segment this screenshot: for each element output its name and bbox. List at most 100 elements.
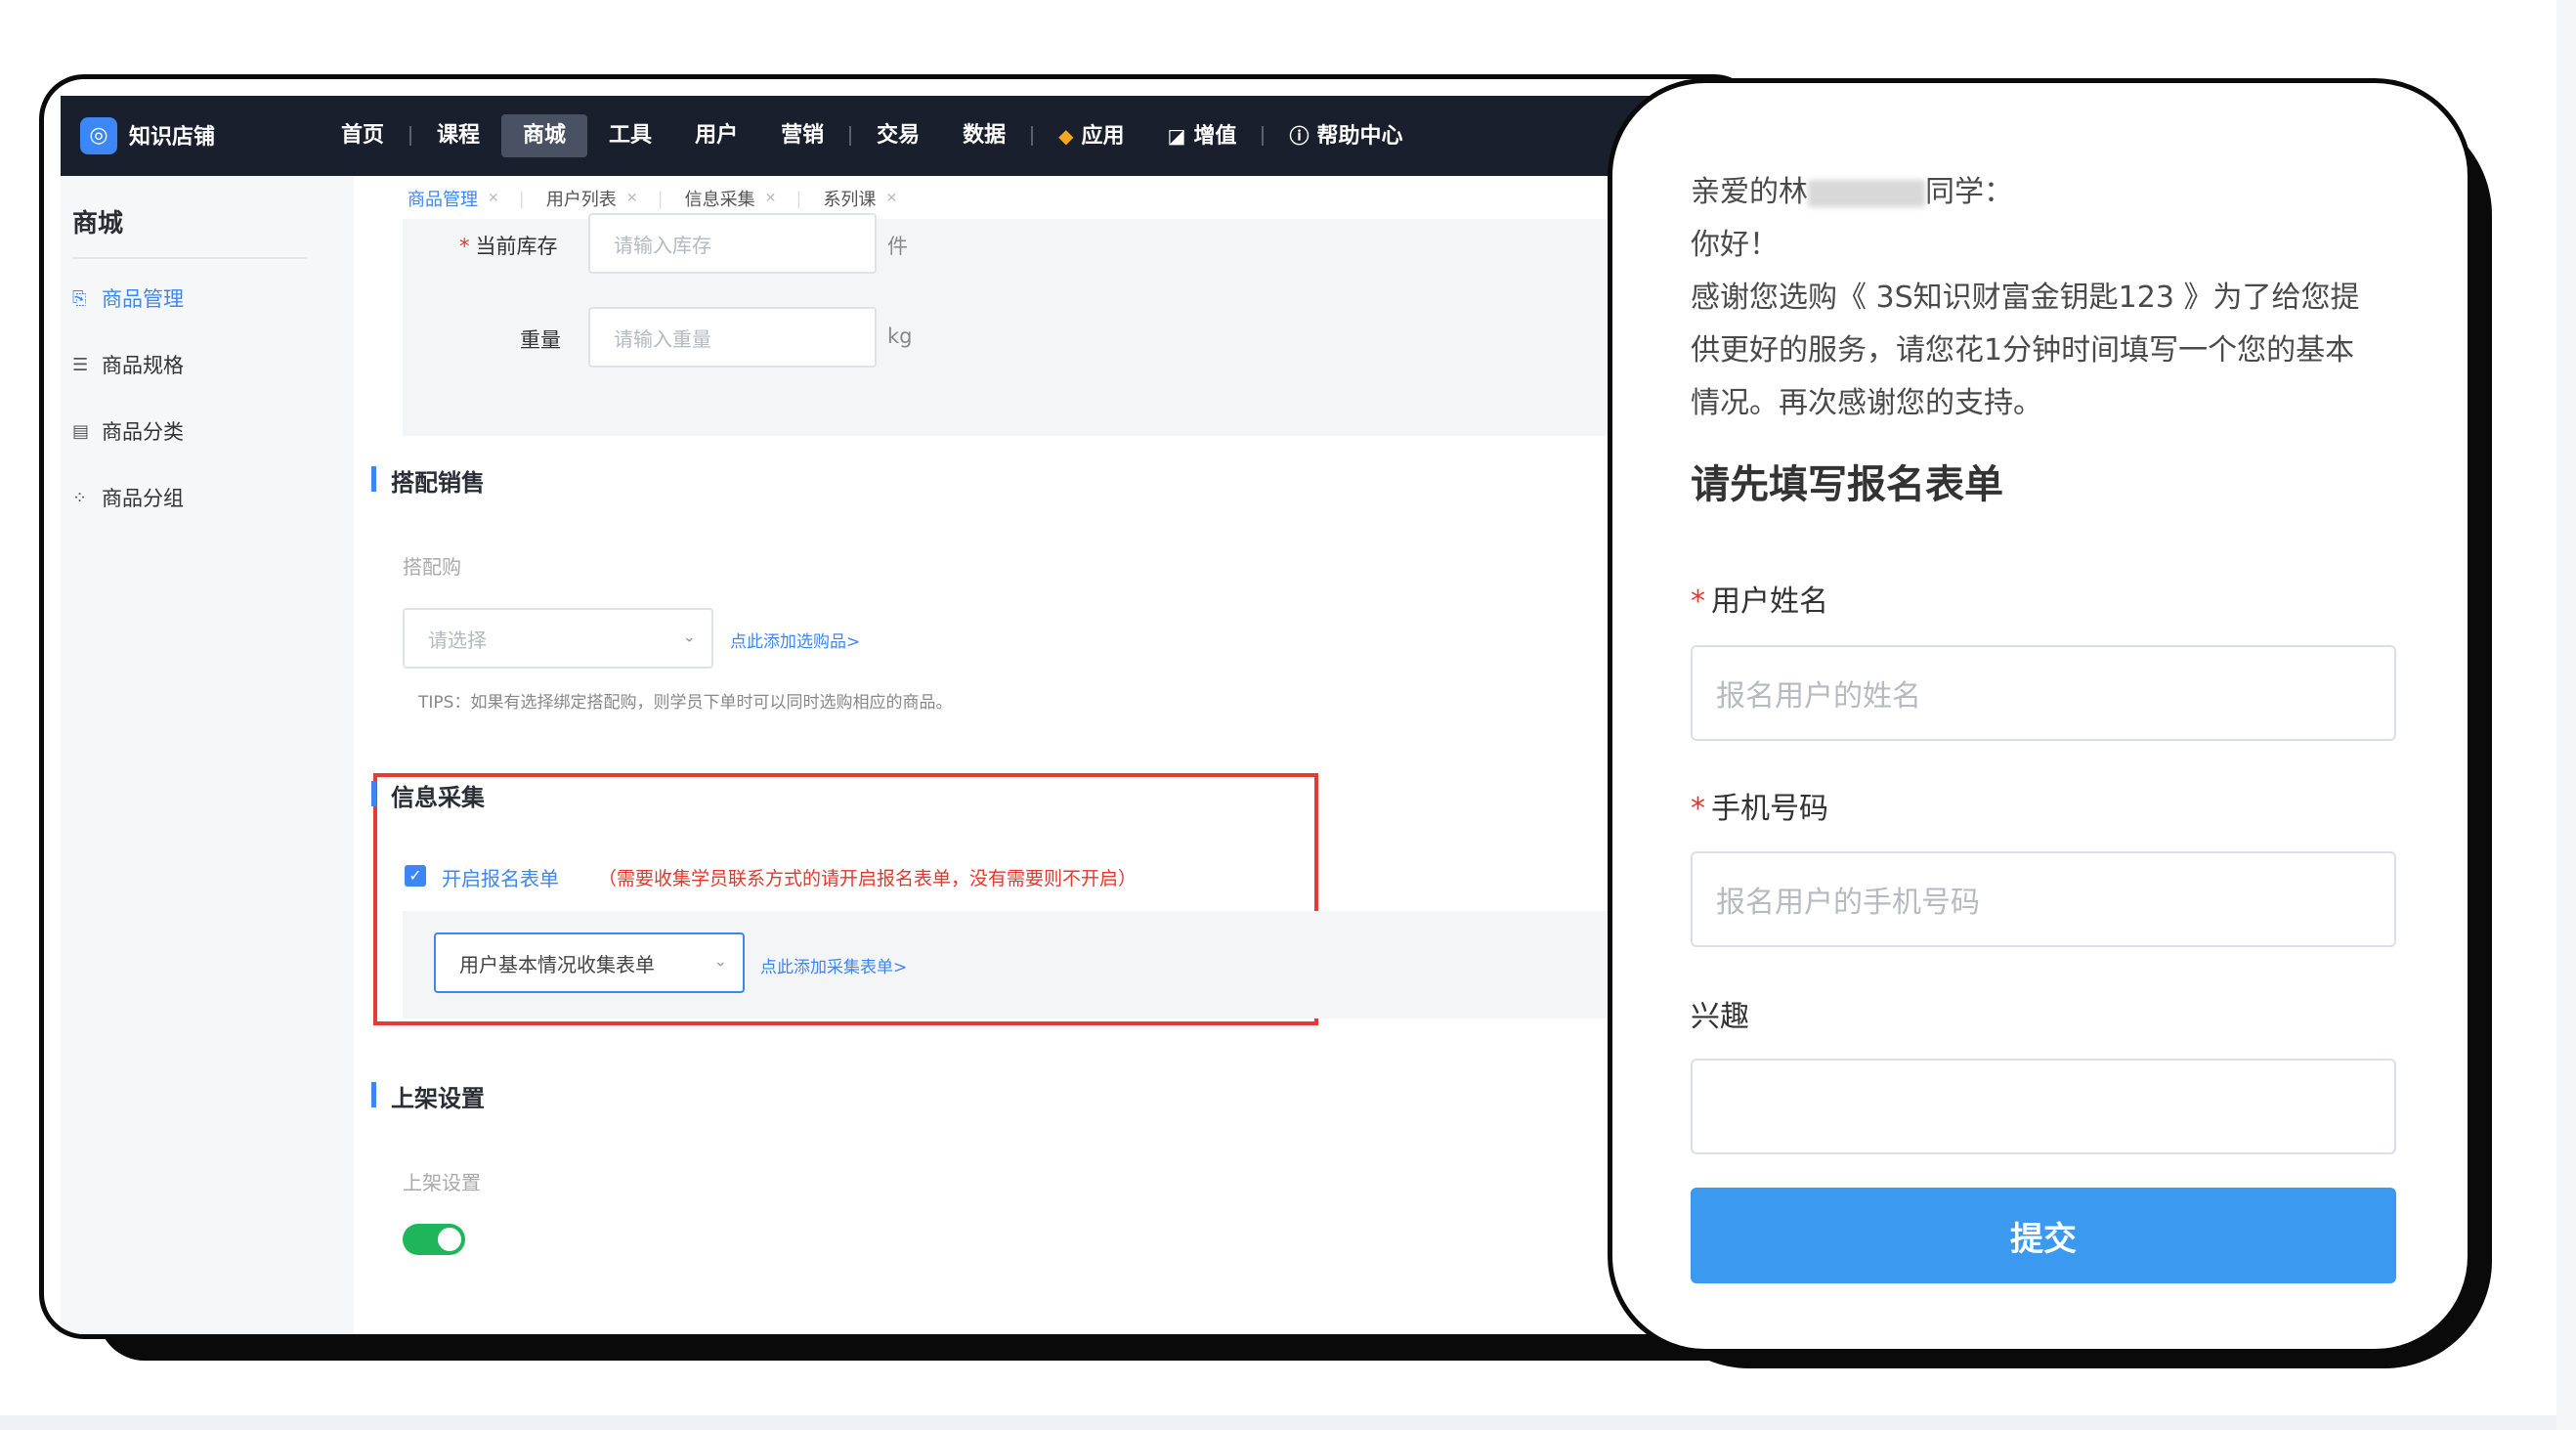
bundle-section-title: 搭配销售	[371, 463, 485, 498]
nav-separator	[1031, 126, 1034, 146]
add-collection-form-link[interactable]: 点此添加采集表单>	[760, 953, 907, 977]
nav-marketing[interactable]: 营销	[759, 114, 845, 157]
nav-trade[interactable]: 交易	[855, 114, 941, 157]
greeting-prefix: 亲爱的林	[1691, 175, 1808, 209]
sidebar-title: 商城	[72, 209, 124, 238]
stock-unit: 件	[887, 235, 908, 258]
category-icon: ▤	[72, 420, 90, 442]
sidebar-item-goods-spec[interactable]: ☰ 商品规格	[72, 350, 184, 379]
name-label-text: 用户姓名	[1711, 585, 1828, 619]
sidebar-item-goods-category[interactable]: ▤ 商品分类	[72, 416, 184, 446]
nav-home[interactable]: 首页	[320, 114, 406, 157]
weight-unit: kg	[887, 325, 913, 348]
nav-separator	[1262, 126, 1265, 146]
tab-user-list[interactable]: 用户列表 ✕ |	[546, 186, 664, 211]
sidebar-item-label: 商品规格	[102, 354, 184, 377]
name-input[interactable]: 报名用户的姓名	[1691, 645, 2396, 741]
nav-tools[interactable]: 工具	[587, 114, 673, 157]
sidebar: 商城 ⎘ 商品管理 ☰ 商品规格 ▤ 商品分类 ⁘ 商品分组	[61, 176, 354, 1334]
stock-label: * 当前库存	[459, 231, 558, 260]
nav-apps[interactable]: ◆ 应用	[1037, 114, 1145, 157]
nav-value-added-label: 增值	[1193, 124, 1237, 149]
info-section-title: 信息采集	[371, 778, 485, 812]
bundle-select[interactable]: 请选择 ⌄	[403, 608, 713, 669]
sidebar-item-goods-group[interactable]: ⁘ 商品分组	[72, 483, 184, 512]
tab-label: 商品管理	[408, 190, 478, 210]
main-nav: 首页 课程 商城 工具 用户 营销 交易 数据 ◆ 应用 ◪ 增值 ⓘ 帮助中心	[320, 96, 1424, 176]
nav-help-label: 帮助中心	[1316, 124, 1403, 149]
chevron-down-icon: ⌄	[713, 951, 727, 971]
chart-icon: ◪	[1167, 124, 1186, 148]
collection-form-value: 用户基本情况收集表单	[459, 952, 655, 976]
enable-form-note: （需要收集学员联系方式的请开启报名表单，没有需要则不开启）	[598, 868, 1138, 889]
tab-divider: |	[518, 188, 525, 209]
shelf-section-title: 上架设置	[371, 1079, 485, 1113]
close-icon[interactable]: ✕	[765, 191, 777, 206]
tab-goods-management[interactable]: 商品管理 ✕ |	[408, 186, 525, 211]
phone-input[interactable]: 报名用户的手机号码	[1691, 851, 2396, 947]
sidebar-divider	[72, 257, 307, 259]
toggle-knob	[438, 1228, 461, 1251]
top-navbar: ◎ 知识店铺 首页 课程 商城 工具 用户 营销 交易 数据 ◆ 应用 ◪ 增值 ⓘ…	[61, 96, 1754, 176]
help-icon: ⓘ	[1289, 124, 1309, 148]
weight-label: 重量	[520, 328, 561, 352]
phone-label: * 手机号码	[1691, 784, 1828, 827]
nav-separator	[849, 126, 852, 146]
greeting-suffix: 同学：	[1925, 175, 2013, 209]
background-strip-right	[2556, 0, 2576, 1430]
sidebar-item-label: 商品分类	[102, 420, 184, 444]
required-mark: *	[1691, 792, 1705, 826]
sidebar-item-label: 商品管理	[102, 287, 184, 311]
tab-label: 用户列表	[545, 190, 617, 210]
nav-help[interactable]: ⓘ 帮助中心	[1267, 114, 1424, 157]
nav-course[interactable]: 课程	[415, 114, 501, 157]
phone-label-text: 手机号码	[1711, 792, 1828, 826]
shelf-toggle[interactable]	[403, 1224, 465, 1255]
thanks-line-3: 情况。再次感谢您的支持。	[1691, 386, 2042, 420]
greeting-line: 亲爱的林 同学：	[1691, 167, 2013, 210]
nav-separator	[409, 126, 412, 146]
interest-input[interactable]	[1691, 1059, 2396, 1154]
close-icon[interactable]: ✕	[885, 191, 897, 206]
background-strip	[0, 1415, 2576, 1430]
stock-input[interactable]: 请输入库存	[588, 213, 877, 274]
store-logo-icon: ◎	[80, 117, 117, 154]
registration-form-card: 亲爱的林 同学： 你好！ 感谢您选购《 3S知识财富金钥匙123 》为了给您提 供…	[1608, 78, 2472, 1354]
redacted-name	[1808, 179, 1925, 207]
list-icon: ☰	[72, 354, 89, 375]
admin-window: ◎ 知识店铺 首页 课程 商城 工具 用户 营销 交易 数据 ◆ 应用 ◪ 增值 ⓘ…	[39, 74, 1759, 1339]
nav-apps-label: 应用	[1081, 124, 1125, 149]
hello-line: 你好！	[1691, 228, 1779, 262]
nav-users[interactable]: 用户	[673, 114, 759, 157]
enable-form-label: 开启报名表单	[442, 867, 559, 890]
sidebar-item-label: 商品分组	[102, 487, 184, 510]
thanks-line-1: 感谢您选购《 3S知识财富金钥匙123 》为了给您提	[1691, 281, 2360, 315]
bundle-tips: TIPS：如果有选择绑定搭配购，则学员下单时可以同时选购相应的商品。	[418, 693, 953, 713]
collection-form-select[interactable]: 用户基本情况收集表单 ⌄	[434, 932, 745, 993]
name-label: * 用户姓名	[1691, 577, 1828, 620]
page-tabs: 商品管理 ✕ | 用户列表 ✕ | 信息采集 ✕ | 系列课 ✕	[408, 186, 919, 211]
tab-label: 信息采集	[684, 190, 755, 210]
enable-form-checkbox[interactable]: ✓	[405, 865, 426, 887]
sidebar-item-goods-management[interactable]: ⎘ 商品管理	[72, 283, 184, 313]
nav-value-added[interactable]: ◪ 增值	[1146, 114, 1259, 157]
goods-icon: ⎘	[72, 287, 87, 309]
weight-input[interactable]: 请输入重量	[588, 307, 877, 368]
add-bundle-link[interactable]: 点此添加选购品>	[730, 628, 860, 652]
group-icon: ⁘	[72, 487, 88, 508]
tab-label: 系列课	[823, 190, 877, 210]
tab-divider: |	[795, 188, 802, 209]
stock-label-text: 当前库存	[475, 235, 558, 258]
interest-label: 兴趣	[1691, 1000, 1749, 1034]
tab-info-collection[interactable]: 信息采集 ✕ |	[685, 186, 802, 211]
bundle-label: 搭配购	[403, 555, 461, 579]
close-icon[interactable]: ✕	[626, 191, 638, 206]
tab-series-course[interactable]: 系列课 ✕	[823, 186, 897, 211]
nav-data[interactable]: 数据	[941, 114, 1027, 157]
shelf-label: 上架设置	[403, 1171, 481, 1194]
submit-button[interactable]: 提交	[1691, 1188, 2396, 1283]
close-icon[interactable]: ✕	[488, 191, 499, 206]
nav-mall[interactable]: 商城	[501, 114, 588, 157]
bundle-select-placeholder: 请选择	[428, 628, 487, 652]
chevron-down-icon: ⌄	[682, 627, 696, 646]
